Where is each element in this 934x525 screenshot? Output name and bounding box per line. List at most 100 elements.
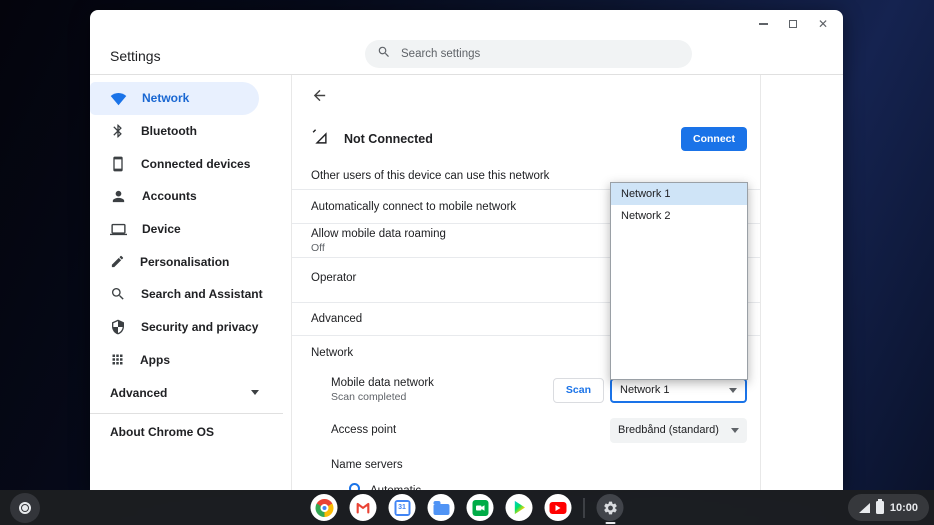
content-area: Not Connected Connect Other users of thi… (283, 75, 843, 490)
about-label: About Chrome OS (110, 425, 214, 440)
wifi-icon (110, 92, 127, 106)
minimize-button[interactable] (757, 18, 769, 30)
mobile-network-value: Network 1 (620, 384, 670, 396)
search-input[interactable] (401, 48, 680, 60)
sidebar-item-device[interactable]: Device (90, 213, 283, 246)
connection-status: Not Connected (344, 132, 433, 146)
chevron-down-icon (729, 387, 737, 393)
sidebar-item-apps[interactable]: Apps (90, 344, 283, 377)
gmail-app-button[interactable] (349, 494, 377, 521)
name-servers-automatic-option[interactable]: Automatic (292, 480, 760, 490)
back-button[interactable] (311, 87, 328, 104)
youtube-app-button[interactable] (544, 494, 572, 521)
shelf-separator (583, 497, 585, 518)
taskbar: 31 10:00 (0, 490, 934, 525)
bluetooth-icon (113, 124, 122, 138)
meet-app-button[interactable] (466, 494, 494, 521)
access-point-row: Access point Bredbånd (standard) (292, 410, 760, 450)
sidebar-item-label: Personalisation (140, 254, 230, 269)
gmail-icon (356, 502, 370, 514)
status-tray[interactable]: 10:00 (847, 494, 929, 521)
launcher-icon (19, 501, 31, 514)
scan-status: Scan completed (331, 391, 407, 403)
chrome-icon (315, 498, 333, 517)
sidebar-item-label: Bluetooth (141, 124, 197, 139)
cellular-not-connected-icon (311, 128, 328, 150)
desktop: ✕ Settings Network Bluetooth (0, 0, 934, 525)
sidebar-item-search-assistant[interactable]: Search and Assistant (90, 278, 283, 311)
sidebar-item-security-privacy[interactable]: Security and privacy (90, 311, 283, 344)
apps-grid-icon (112, 354, 123, 365)
mobile-network-select[interactable]: Network 1 (610, 377, 747, 403)
sidebar-item-about-chromeos[interactable]: About Chrome OS (90, 414, 283, 450)
calendar-app-button[interactable]: 31 (388, 494, 416, 521)
chevron-down-icon (251, 390, 259, 396)
dropdown-option-network-2[interactable]: Network 2 (611, 205, 747, 227)
name-servers-row: Name servers (292, 450, 760, 480)
sidebar: Network Bluetooth Connected devices Acco… (90, 75, 283, 490)
other-users-label: Other users of this device can use this … (311, 170, 550, 182)
scan-button[interactable]: Scan (552, 377, 604, 403)
active-app-indicator (605, 522, 615, 524)
sidebar-item-label: Connected devices (141, 156, 251, 171)
sidebar-item-label: Device (142, 222, 181, 237)
access-point-select[interactable]: Bredbånd (standard) (610, 417, 747, 443)
launcher-button[interactable] (10, 492, 40, 523)
calendar-icon: 31 (394, 499, 410, 516)
sidebar-item-label: Apps (140, 352, 170, 367)
access-point-value: Bredbånd (standard) (618, 424, 719, 436)
play-store-icon (514, 500, 525, 515)
settings-header: Settings (90, 38, 843, 75)
roaming-value: Off (311, 241, 325, 254)
shield-icon (112, 319, 124, 335)
advanced-label: Advanced (110, 385, 168, 400)
connect-button[interactable]: Connect (681, 127, 747, 151)
meet-camera-icon (472, 499, 488, 516)
dropdown-option-network-1[interactable]: Network 1 (611, 183, 747, 205)
battery-icon (875, 499, 884, 514)
mobile-data-label: Mobile data network (331, 377, 434, 389)
gear-icon (603, 501, 617, 514)
sidebar-item-label: Network (142, 91, 190, 106)
settings-app-button[interactable] (596, 494, 624, 524)
radio-button-icon (349, 483, 360, 490)
shelf-apps: 31 (310, 490, 624, 525)
back-arrow-icon (313, 89, 326, 101)
access-point-label: Access point (331, 424, 397, 436)
roaming-label: Allow mobile data roaming (311, 227, 446, 240)
sidebar-item-accounts[interactable]: Accounts (90, 180, 283, 213)
smartphone-icon (113, 156, 123, 172)
signal-icon (858, 502, 870, 513)
maximize-button[interactable] (787, 18, 799, 30)
close-button[interactable]: ✕ (817, 18, 829, 30)
name-servers-label: Name servers (331, 459, 403, 471)
sidebar-item-personalisation[interactable]: Personalisation (90, 245, 283, 278)
chevron-down-icon (731, 427, 739, 433)
advanced-section-label: Advanced (311, 313, 363, 325)
youtube-icon (549, 501, 567, 514)
sidebar-item-bluetooth[interactable]: Bluetooth (90, 115, 283, 148)
person-icon (112, 190, 125, 203)
operator-label: Operator (311, 272, 357, 284)
auto-connect-label: Automatically connect to mobile network (311, 200, 517, 213)
page-title: Settings (110, 48, 161, 64)
chrome-app-button[interactable] (310, 494, 338, 521)
play-store-app-button[interactable] (505, 494, 533, 521)
clock: 10:00 (889, 501, 918, 514)
sidebar-item-connected-devices[interactable]: Connected devices (90, 147, 283, 180)
titlebar: ✕ (90, 10, 843, 38)
network-dropdown-popup: Network 1 Network 2 (610, 182, 748, 380)
search-icon (112, 288, 124, 301)
search-bar[interactable] (365, 40, 692, 68)
sidebar-item-label: Search and Assistant (141, 287, 263, 302)
folder-icon (433, 500, 449, 515)
laptop-icon (110, 223, 127, 235)
network-section-label: Network (311, 347, 354, 359)
sidebar-item-label: Accounts (142, 189, 197, 204)
sidebar-item-network[interactable]: Network (90, 82, 259, 115)
search-icon (377, 45, 391, 64)
sidebar-item-label: Security and privacy (141, 320, 259, 335)
files-app-button[interactable] (427, 494, 455, 521)
pencil-icon (111, 256, 124, 268)
sidebar-advanced-toggle[interactable]: Advanced (90, 376, 283, 409)
